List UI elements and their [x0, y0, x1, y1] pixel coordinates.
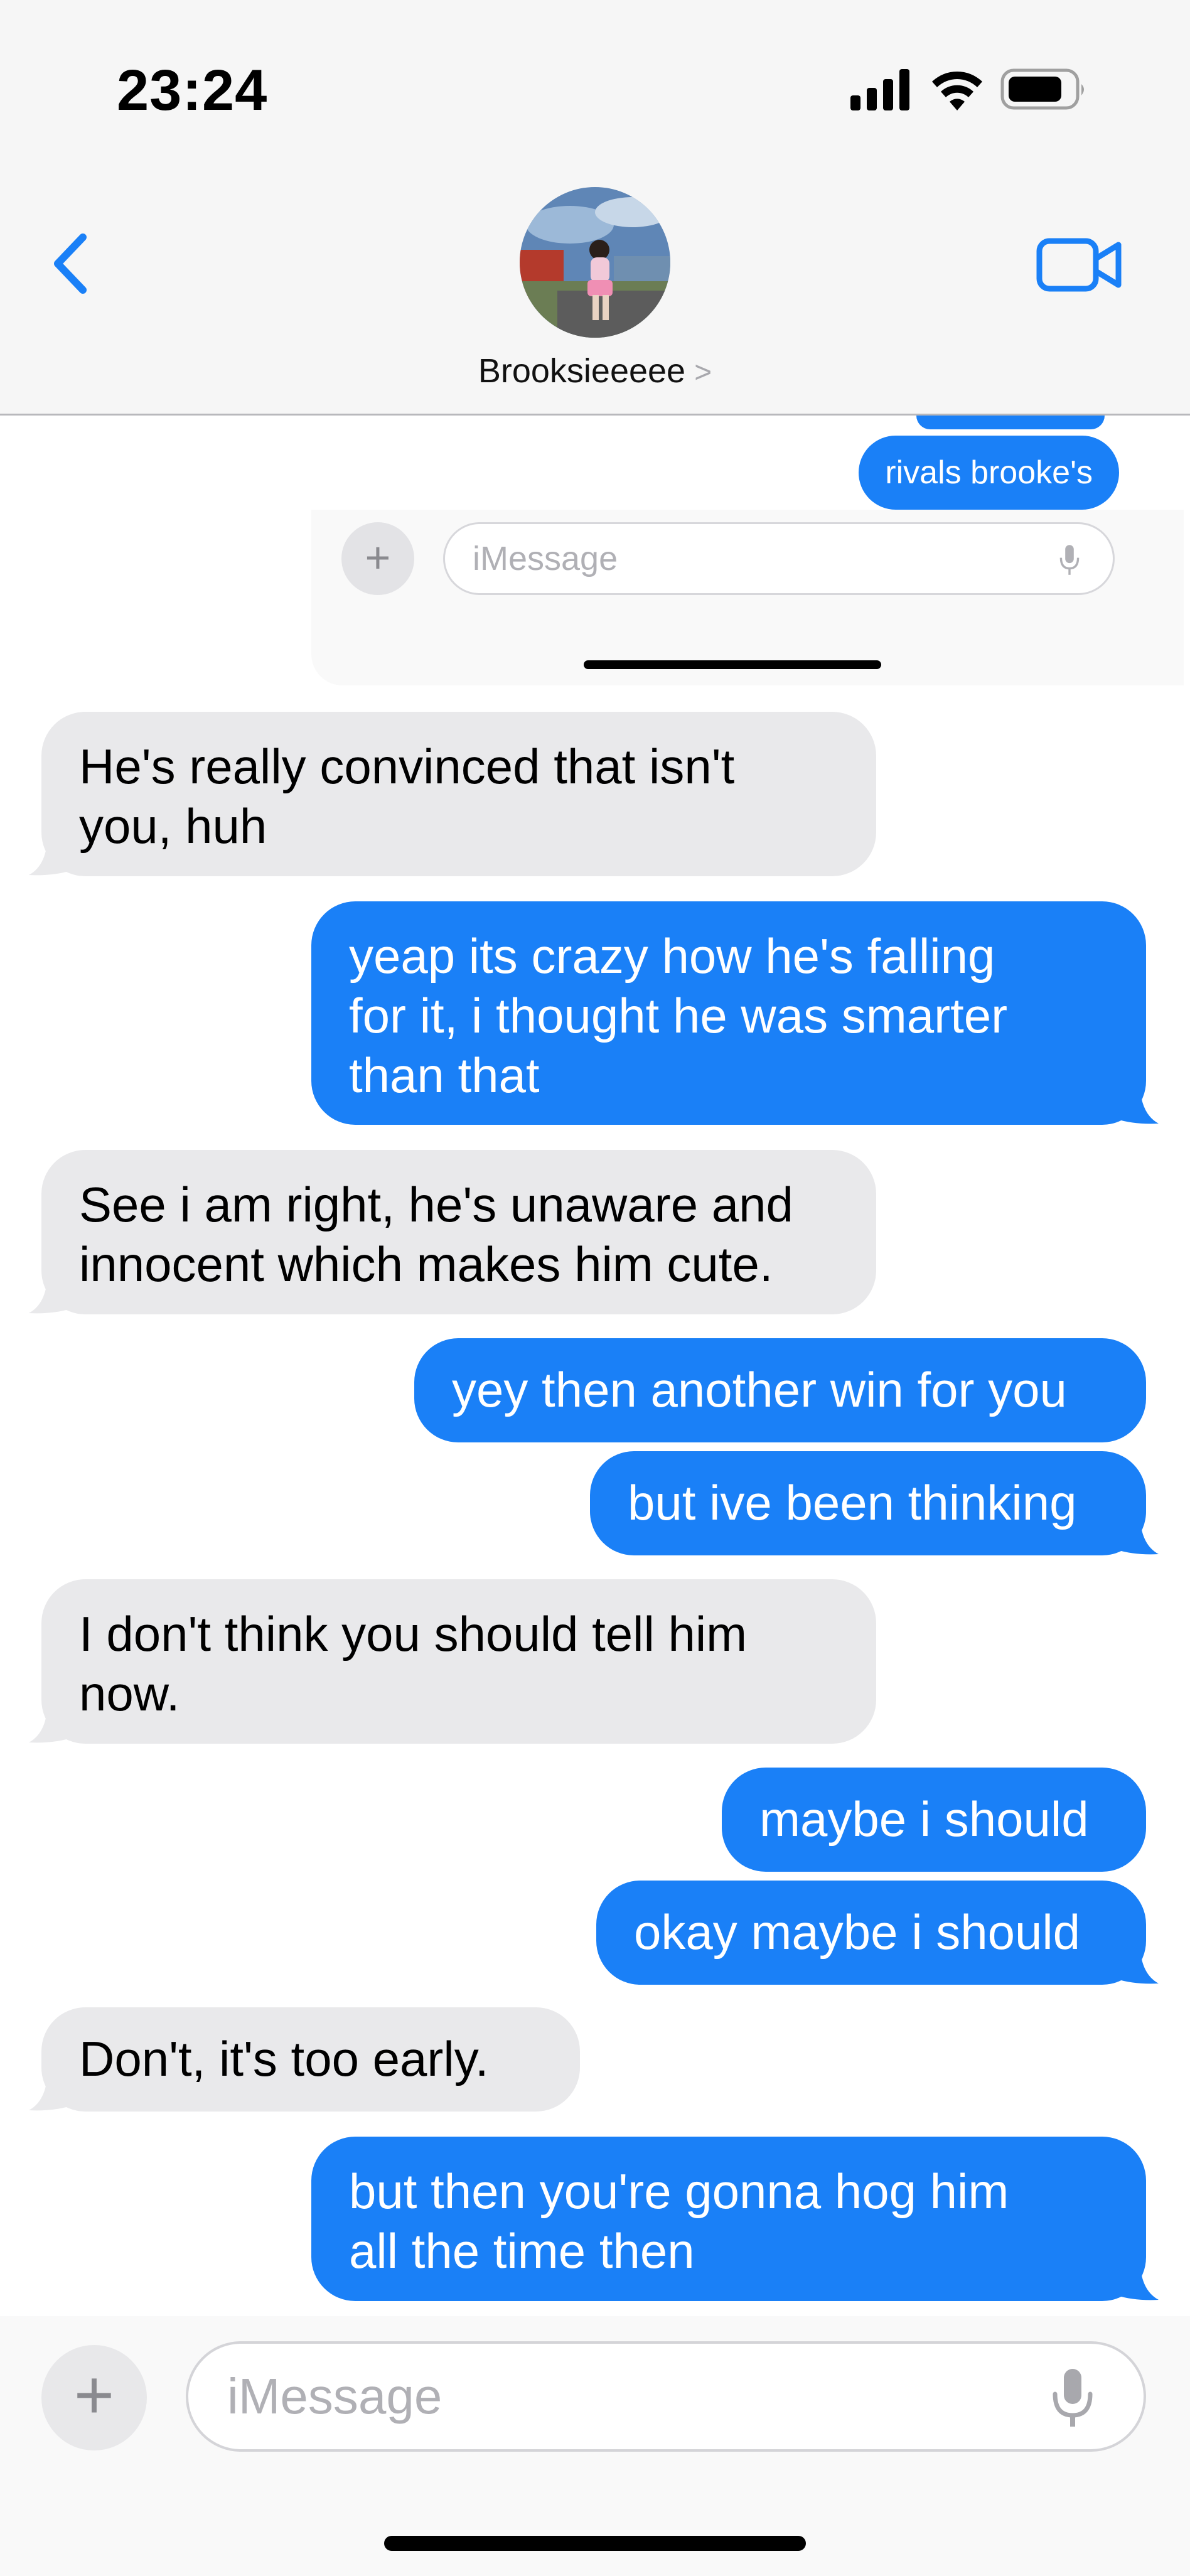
cellular-signal-icon — [850, 69, 909, 110]
embedded-bubble-partial — [916, 416, 1105, 429]
microphone-icon — [1059, 545, 1080, 575]
outgoing-message-bubble[interactable]: maybe i should — [722, 1768, 1146, 1872]
bubble-tail — [29, 832, 73, 876]
bubble-tail — [29, 2068, 73, 2111]
message-text-line: than that — [349, 1048, 540, 1103]
bubble-tail — [1115, 1941, 1159, 1984]
message-text-line: but ive been thinking — [628, 1475, 1077, 1530]
message-text-line: He's really convinced that isn't — [79, 739, 735, 794]
incoming-message-bubble[interactable]: He's really convinced that isn't you, huh — [41, 712, 876, 876]
embedded-composer: + iMessage — [311, 510, 1184, 685]
bubble-tail — [1115, 1511, 1159, 1555]
bubble-tail — [29, 1270, 73, 1314]
message-text-line: you, huh — [79, 798, 267, 854]
outgoing-message-bubble[interactable]: yeap its crazy how he's falling for it, i… — [311, 901, 1146, 1125]
message-text-line: all the time then — [349, 2223, 695, 2278]
plus-icon: + — [73, 2356, 115, 2434]
wifi-icon — [932, 72, 982, 110]
message-text-line: yeap its crazy how he's falling — [349, 928, 995, 984]
back-button[interactable] — [44, 226, 100, 301]
embedded-plus-button: + — [341, 522, 414, 595]
contact-name: Brooksieeeee — [478, 352, 686, 390]
outgoing-message-bubble[interactable]: okay maybe i should — [596, 1881, 1146, 1985]
conversation-header: 23:24 Brooksieeeee > — [0, 0, 1190, 416]
embedded-home-indicator — [584, 660, 881, 669]
incoming-message-bubble[interactable]: Don't, it's too early. — [41, 2007, 580, 2112]
embedded-screenshot: rivals brooke's + iMessage — [0, 416, 1190, 692]
facetime-video-button[interactable] — [1036, 233, 1123, 296]
message-text-line: but then you're gonna hog him — [349, 2164, 1009, 2219]
message-text-line: See i am right, he's unaware and — [79, 1177, 793, 1232]
message-text-line: okay maybe i should — [634, 1904, 1081, 1960]
video-camera-icon — [1036, 238, 1122, 292]
embedded-outgoing-bubble: rivals brooke's — [859, 436, 1119, 510]
outgoing-message-bubble[interactable]: but ive been thinking — [590, 1451, 1146, 1555]
message-text-line: maybe i should — [759, 1791, 1089, 1847]
incoming-message-bubble[interactable]: I don't think you should tell him now. — [41, 1579, 876, 1744]
microphone-icon[interactable] — [1051, 2366, 1095, 2429]
message-text-line: for it, i thought he was smarter — [349, 988, 1008, 1043]
embedded-input-placeholder: iMessage — [473, 540, 618, 577]
outgoing-message-bubble[interactable]: yey then another win for you — [414, 1338, 1146, 1442]
avatar[interactable] — [520, 187, 670, 338]
message-text-line: I don't think you should tell him — [79, 1606, 748, 1661]
message-text-line: innocent which makes him cute. — [79, 1237, 773, 1292]
bubble-tail — [1115, 2257, 1159, 2300]
message-text-line: now. — [79, 1666, 180, 1721]
home-indicator — [384, 2536, 806, 2551]
message-input[interactable] — [186, 2341, 1146, 2452]
apps-plus-button[interactable]: + — [41, 2345, 147, 2450]
status-icons — [850, 68, 1084, 110]
chevron-right-icon: > — [694, 356, 712, 389]
status-time: 23:24 — [117, 58, 268, 122]
avatar-photo — [520, 187, 670, 338]
message-text-line: Don't, it's too early. — [79, 2031, 489, 2086]
outgoing-message-bubble[interactable]: but then you're gonna hog him all the tim… — [311, 2137, 1146, 2301]
incoming-message-bubble[interactable]: See i am right, he's unaware and innocent… — [41, 1150, 876, 1314]
bubble-tail — [1115, 1081, 1159, 1124]
message-text-line: yey then another win for you — [452, 1362, 1067, 1417]
battery-icon — [1000, 68, 1084, 110]
chevron-left-icon — [54, 233, 87, 294]
bubble-tail — [29, 1700, 73, 1743]
contact-name-button[interactable]: Brooksieeeee > — [0, 352, 1190, 390]
embedded-input-field: iMessage — [443, 522, 1115, 595]
